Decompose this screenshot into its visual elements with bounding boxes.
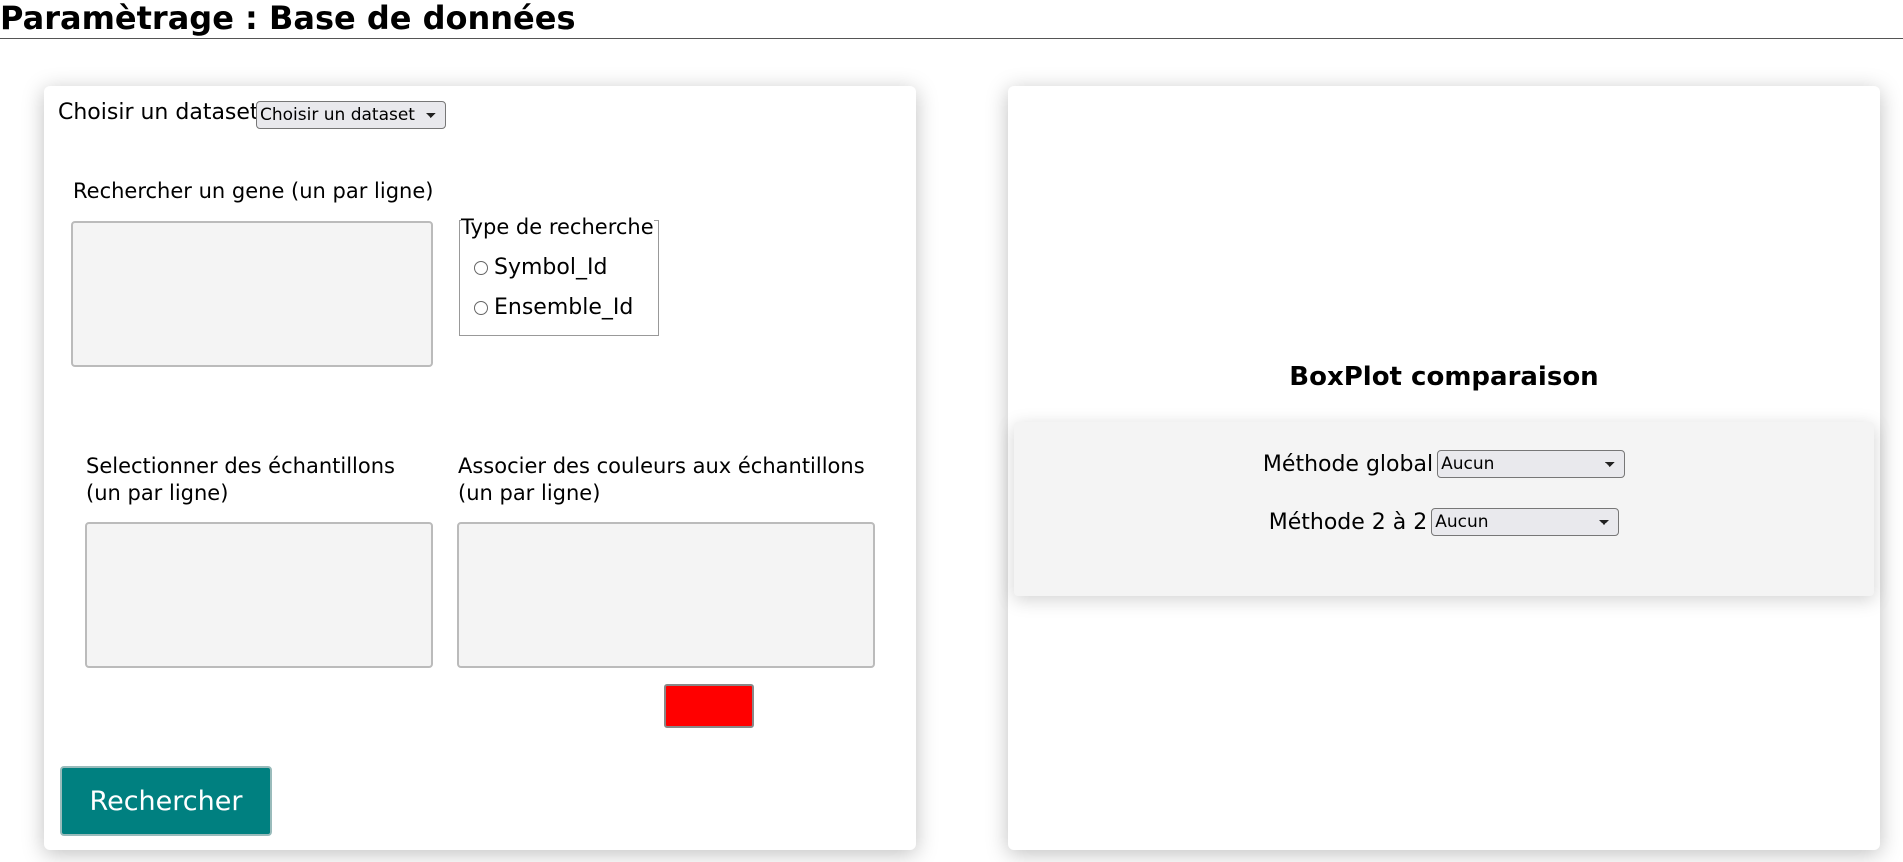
search-type-fieldset: Type de recherche Symbol_Id Ensemble_Id <box>459 215 659 336</box>
title-divider <box>0 38 1903 39</box>
colors-input[interactable] <box>457 522 875 668</box>
radio-ensemble-id[interactable]: Ensemble_Id <box>474 295 633 320</box>
radio-ensemble-id-label: Ensemble_Id <box>494 295 634 320</box>
color-picker[interactable] <box>664 684 754 728</box>
radio-ensemble-id-circle[interactable] <box>474 300 488 315</box>
gene-search-label: Rechercher un gene (un par ligne) <box>73 179 434 203</box>
pairwise-method-label: Méthode 2 à 2 <box>1268 509 1428 535</box>
pairwise-method-row: Méthode 2 à 2 Aucun <box>1014 508 1874 536</box>
global-method-row: Méthode global Aucun <box>1014 450 1874 478</box>
pairwise-method-select[interactable]: Aucun <box>1431 508 1620 536</box>
colors-label-line2: (un par ligne) <box>458 481 601 505</box>
boxplot-panel: BoxPlot comparaison Méthode global Aucun… <box>1008 86 1880 850</box>
dataset-label: Choisir un dataset <box>58 100 259 125</box>
dataset-select[interactable]: Choisir un dataset <box>256 101 446 129</box>
boxplot-title: BoxPlot comparaison <box>1289 362 1599 392</box>
method-settings-box: Méthode global Aucun Méthode 2 à 2 Aucun <box>1014 422 1874 596</box>
search-type-legend: Type de recherche <box>461 215 654 239</box>
samples-label-line2: (un par ligne) <box>86 481 229 505</box>
radio-symbol-id-label: Symbol_Id <box>494 255 608 280</box>
radio-symbol-id-circle[interactable] <box>474 260 488 275</box>
samples-input[interactable] <box>85 522 433 668</box>
colors-label: Associer des couleurs aux échantillons (… <box>458 453 865 507</box>
radio-symbol-id[interactable]: Symbol_Id <box>474 255 607 280</box>
global-method-label: Méthode global <box>1262 451 1434 477</box>
samples-label: Selectionner des échantillons (un par li… <box>86 453 395 507</box>
search-panel: Choisir un dataset Choisir un dataset Re… <box>44 86 916 850</box>
gene-search-input[interactable] <box>71 221 433 367</box>
page-title: Paramètrage : Base de données <box>0 0 576 37</box>
colors-label-line1: Associer des couleurs aux échantillons <box>458 454 865 478</box>
samples-label-line1: Selectionner des échantillons <box>86 454 395 478</box>
search-button[interactable]: Rechercher <box>60 766 272 836</box>
global-method-select[interactable]: Aucun <box>1437 450 1626 478</box>
